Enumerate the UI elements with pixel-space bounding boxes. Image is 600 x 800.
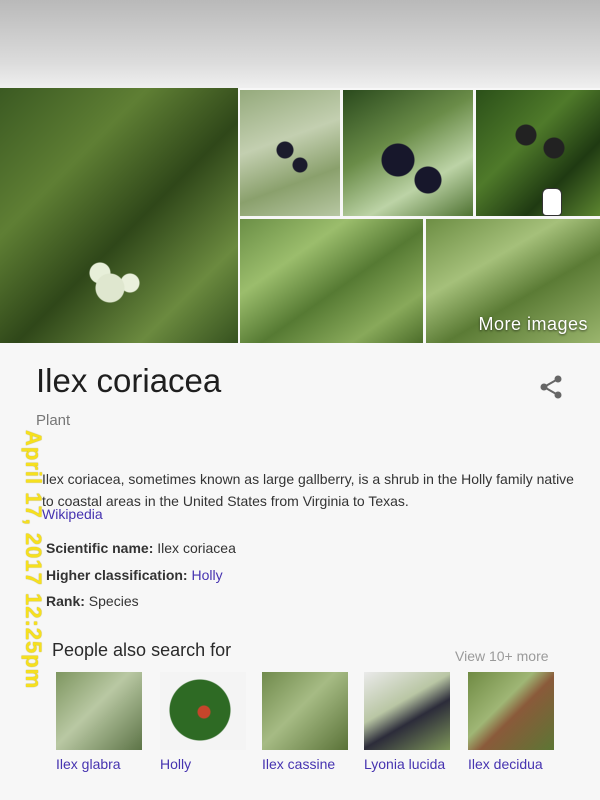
people-also-search-heading: People also search for [52,640,232,660]
plant-image-thumb-1[interactable] [240,90,340,216]
more-images-link[interactable]: More images [478,314,588,335]
fact-higher-classification: Higher classification: Holly [46,567,223,583]
fact-key: Higher classification: [46,567,192,583]
fact-value: Species [88,593,139,609]
plant-image-thumb-4[interactable] [240,219,423,343]
fact-value: Ilex coriacea [157,540,236,556]
plant-image-thumb-2[interactable] [343,90,473,216]
fact-rank: Rank: Species [46,593,139,609]
plant-image-thumb-3[interactable] [476,90,600,216]
plant-image-main[interactable] [0,88,238,343]
related-item-lyonia-lucida[interactable]: Lyonia lucida [364,672,452,772]
related-label[interactable]: Ilex glabra [56,756,144,772]
related-thumb[interactable] [262,672,348,750]
related-thumb[interactable] [160,672,246,750]
related-thumb[interactable] [56,672,142,750]
related-item-ilex-glabra[interactable]: Ilex glabra [56,672,144,772]
page-title: Ilex coriacea [36,362,222,399]
wikipedia-link[interactable]: Wikipedia [42,506,103,522]
monitor-bezel-glare [0,0,600,90]
related-label[interactable]: Lyonia lucida [364,756,452,772]
related-thumb[interactable] [468,672,554,750]
hand-cursor-icon [542,188,562,216]
related-label[interactable]: Ilex decidua [468,756,556,772]
related-item-holly[interactable]: Holly [160,672,248,772]
fact-key: Rank: [46,593,89,609]
related-label[interactable]: Ilex cassine [262,756,350,772]
plant-image-thumb-5[interactable]: More images [426,219,600,343]
view-more-link[interactable]: View 10+ more [455,648,549,664]
fact-value-link[interactable]: Holly [191,567,222,583]
photo-date-stamp: April 17, 2017 12:25pm [21,430,46,690]
related-thumb[interactable] [364,672,450,750]
fact-key: Scientific name: [46,540,158,556]
fact-scientific-name: Scientific name: Ilex coriacea [46,540,236,556]
entity-description: Ilex coriacea, sometimes known as large … [42,471,574,509]
share-icon[interactable] [538,374,564,400]
related-item-ilex-cassine[interactable]: Ilex cassine [262,672,350,772]
related-label[interactable]: Holly [160,756,248,772]
entity-type: Plant [36,412,71,429]
related-item-ilex-decidua[interactable]: Ilex decidua [468,672,556,772]
